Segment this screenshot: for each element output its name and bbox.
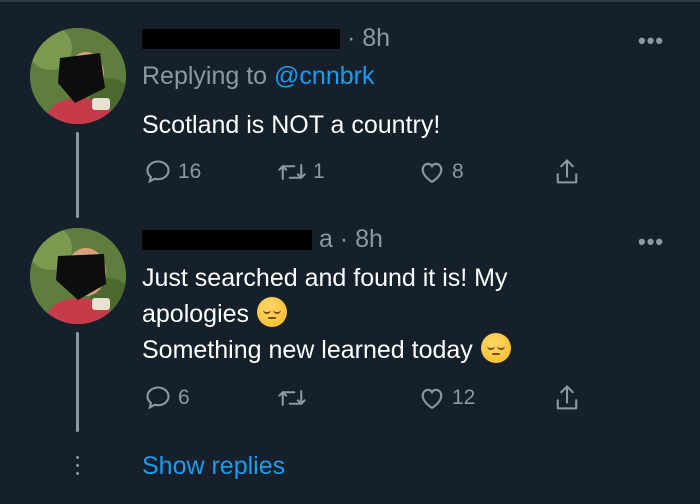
- thread-line: [76, 332, 79, 432]
- reply-button[interactable]: 16: [144, 158, 201, 186]
- like-button[interactable]: 8: [418, 158, 464, 186]
- retweet-icon: [278, 390, 306, 406]
- redacted-name: [142, 29, 340, 50]
- tweet-time[interactable]: · 8h: [347, 24, 390, 52]
- like-count: 12: [452, 386, 476, 409]
- share-button[interactable]: [553, 383, 581, 413]
- share-button[interactable]: [553, 157, 581, 187]
- top-divider: [0, 0, 700, 2]
- more-icon[interactable]: •••: [638, 229, 664, 255]
- like-icon: [421, 162, 443, 184]
- like-icon: [421, 388, 443, 410]
- relieved-emoji: [480, 333, 511, 363]
- retweet-button[interactable]: 1: [277, 158, 325, 186]
- replying-to: Replying to @cnnbrk: [142, 62, 374, 91]
- avatar[interactable]: [30, 28, 126, 124]
- tweet-text: Just searched and found it is! My apolog…: [142, 260, 511, 368]
- thread-line: [76, 132, 79, 218]
- reply-button[interactable]: 6: [144, 384, 190, 412]
- retweet-button[interactable]: [277, 384, 313, 412]
- like-button[interactable]: 12: [418, 384, 475, 412]
- like-count: 8: [452, 160, 464, 183]
- tweet-text-line: Something new learned today: [142, 332, 511, 368]
- reply-icon: [146, 386, 170, 410]
- replying-to-label: Replying to: [142, 62, 268, 90]
- pensive-emoji: [257, 297, 288, 327]
- redacted-name: [142, 230, 312, 251]
- tweet-text: Scotland is NOT a country!: [142, 111, 441, 139]
- show-replies-link[interactable]: Show replies: [142, 452, 285, 481]
- thread-continuation-dots: [76, 456, 79, 475]
- reply-icon: [146, 160, 170, 184]
- retweet-icon: [278, 164, 306, 180]
- share-icon: [556, 159, 578, 184]
- tweet-text-line: Just searched and found it is! My: [142, 264, 508, 292]
- reply-count: 16: [178, 160, 202, 183]
- reply-count: 6: [178, 386, 190, 409]
- more-icon[interactable]: •••: [638, 28, 664, 54]
- tweet-time[interactable]: a · 8h: [319, 225, 383, 253]
- share-icon: [556, 385, 578, 410]
- tweet-text-line: apologies: [142, 296, 511, 332]
- mention-link[interactable]: @cnnbrk: [274, 62, 374, 90]
- tweet-header: · 8h: [142, 24, 390, 53]
- avatar[interactable]: [30, 228, 126, 324]
- tweet-header: a · 8h: [142, 225, 383, 254]
- retweet-count: 1: [313, 160, 325, 183]
